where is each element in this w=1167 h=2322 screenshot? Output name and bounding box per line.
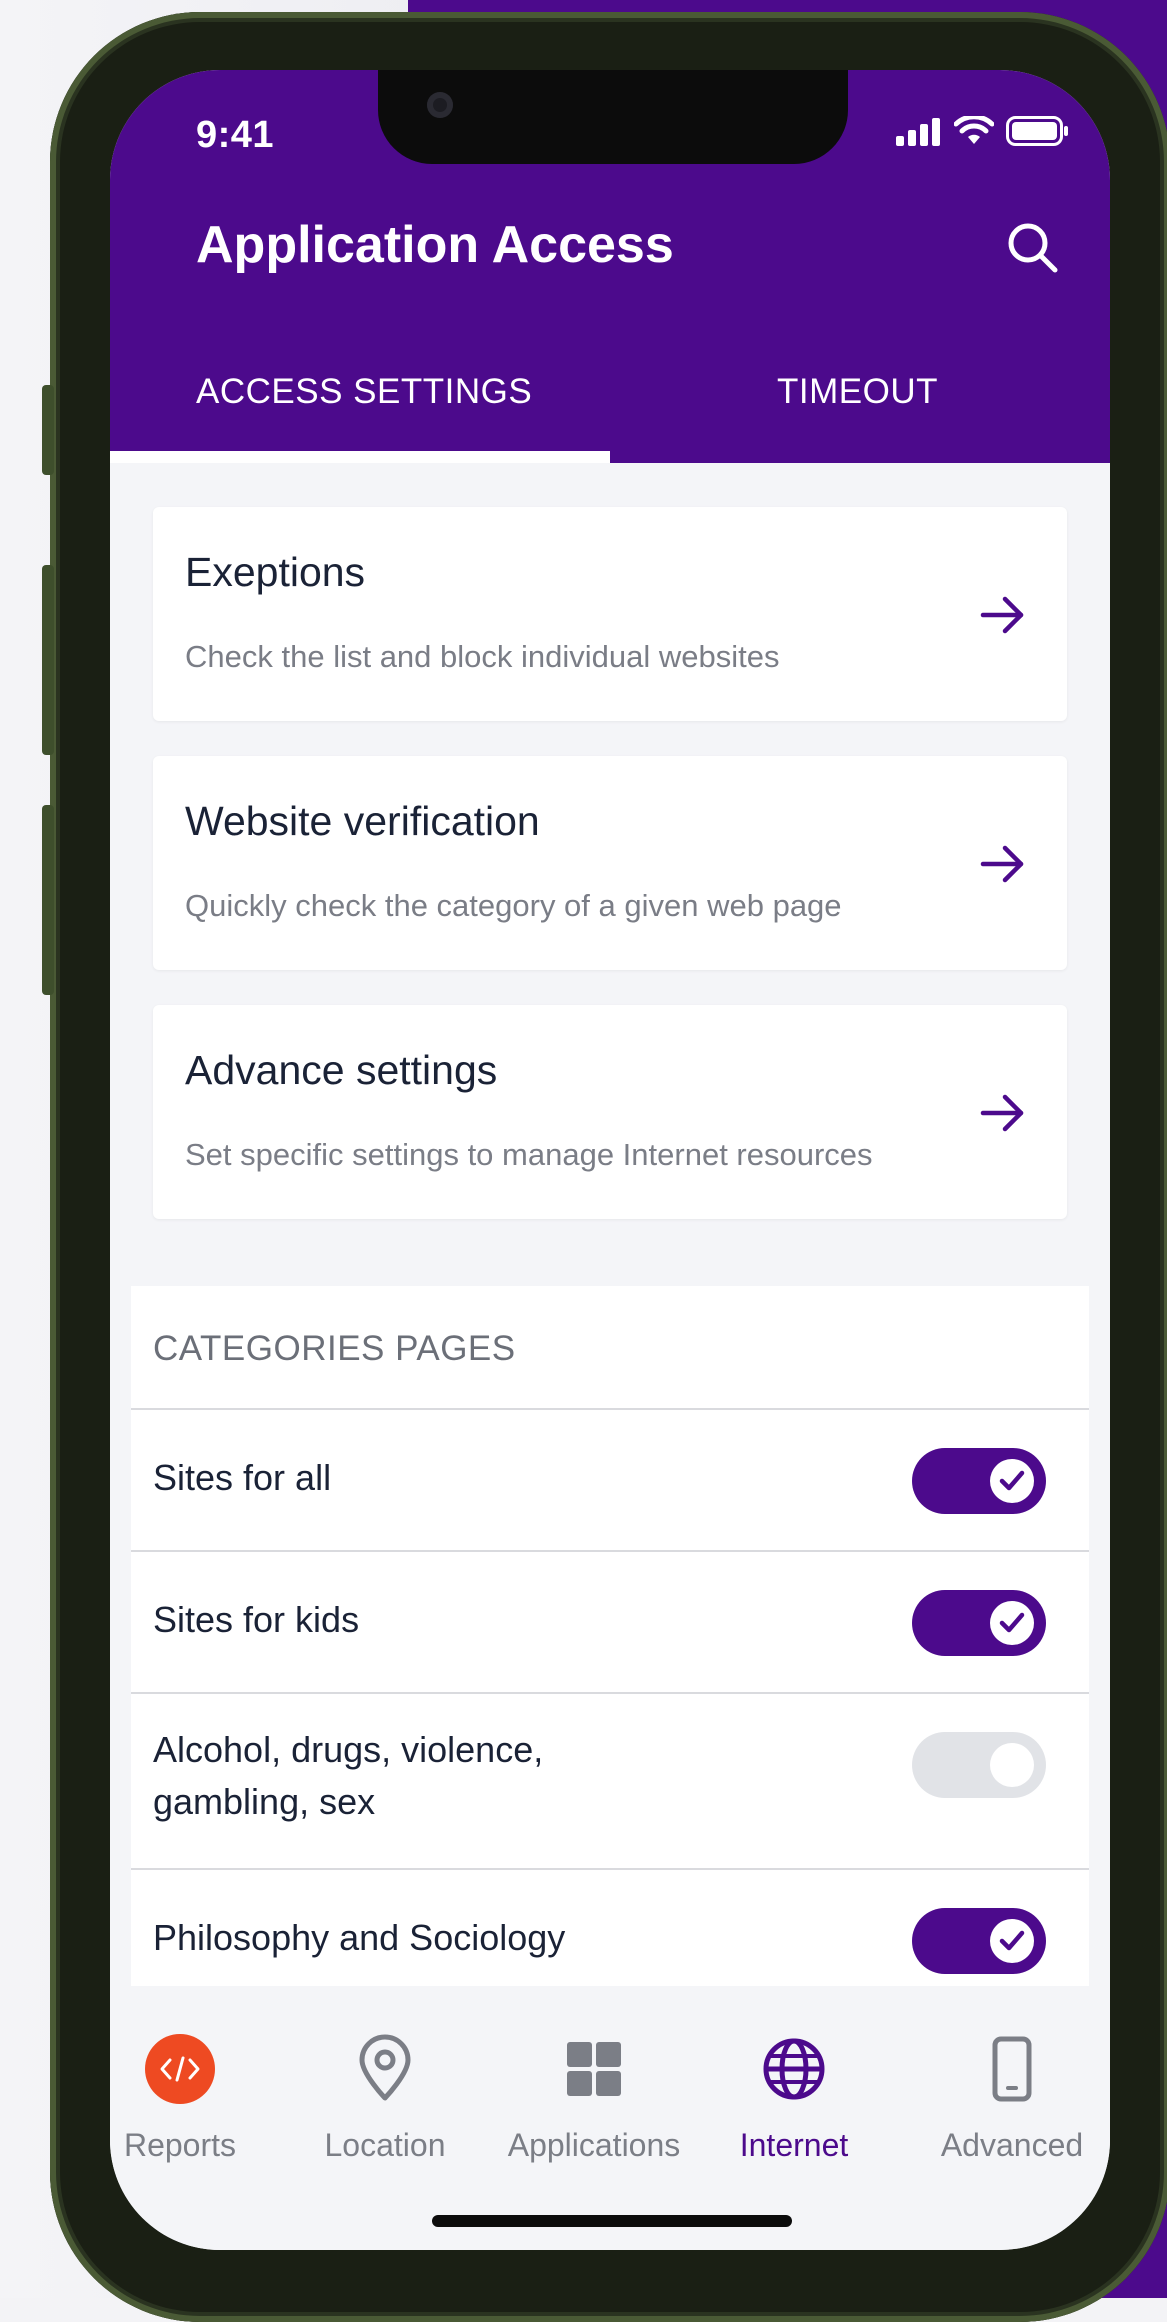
category-label-line2: gambling, sex: [153, 1781, 376, 1822]
categories-panel: CATEGORIES PAGES Sites for all Sites for…: [131, 1286, 1089, 2006]
category-row: Sites for all: [131, 1408, 1089, 1550]
wifi-icon: [954, 116, 994, 144]
status-icons: [896, 116, 1070, 146]
category-label: Alcohol, drugs, violence, gambling, sex: [153, 1724, 543, 1828]
card-subtitle: Check the list and block individual webs…: [185, 639, 780, 674]
exceptions-card[interactable]: Exeptions Check the list and block indiv…: [153, 507, 1067, 721]
arrow-right-icon: [980, 845, 1024, 883]
arrow-right-icon: [980, 596, 1024, 634]
grid-icon: [567, 2042, 621, 2096]
nav-location[interactable]: Location: [315, 2034, 455, 2164]
status-time: 9:41: [196, 114, 275, 156]
nav-applications[interactable]: Applications: [494, 2034, 694, 2164]
phone-icon: [992, 2036, 1032, 2102]
adult-content-toggle[interactable]: [912, 1732, 1046, 1798]
card-subtitle: Set specific settings to manage Internet…: [185, 1137, 873, 1172]
category-row: Alcohol, drugs, violence, gambling, sex: [131, 1692, 1089, 1868]
toggle-knob: [990, 1601, 1034, 1645]
advance-settings-card[interactable]: Advance settings Set specific settings t…: [153, 1005, 1067, 1219]
website-verification-card[interactable]: Website verification Quickly check the c…: [153, 756, 1067, 970]
tab-indicator: [110, 451, 610, 463]
volume-up-button: [42, 565, 54, 755]
toggle-knob: [990, 1459, 1034, 1503]
globe-icon: [763, 2038, 825, 2100]
nav-label: Internet: [739, 2127, 849, 2163]
card-title: Exeptions: [185, 549, 366, 595]
nav-advanced[interactable]: Advanced: [932, 2034, 1092, 2164]
page-title: Application Access: [196, 216, 674, 274]
bottom-nav: Reports Location Applications Internet A…: [110, 1986, 1110, 2250]
nav-reports[interactable]: Reports: [120, 2034, 240, 2164]
phone-screen: 9:41 Application Access ACCESS SETTINGS …: [110, 70, 1110, 2250]
check-icon: [999, 1612, 1025, 1633]
battery-icon: [1006, 116, 1068, 146]
sites-for-kids-toggle[interactable]: [912, 1590, 1046, 1656]
nav-label: Advanced: [940, 2127, 1084, 2163]
volume-down-button: [42, 805, 54, 995]
code-icon: [145, 2034, 215, 2104]
camera: [427, 92, 453, 118]
arrow-right-icon: [980, 1094, 1024, 1132]
home-indicator: [432, 2215, 792, 2227]
card-title: Website verification: [185, 798, 540, 844]
search-icon[interactable]: [1003, 218, 1063, 278]
category-label: Sites for all: [153, 1457, 332, 1498]
philosophy-toggle[interactable]: [912, 1908, 1046, 1974]
tab-timeout[interactable]: TIMEOUT: [777, 372, 938, 412]
notch: [378, 70, 848, 164]
nav-internet[interactable]: Internet: [724, 2034, 864, 2164]
category-label: Sites for kids: [153, 1599, 360, 1640]
nav-label: Applications: [507, 2127, 681, 2163]
check-icon: [999, 1470, 1025, 1491]
category-label: Philosophy and Sociology: [153, 1917, 566, 1958]
mute-switch: [42, 385, 54, 475]
nav-label: Location: [324, 2127, 446, 2163]
card-title: Advance settings: [185, 1047, 498, 1093]
toggle-knob: [990, 1743, 1034, 1787]
app-bar: 9:41 Application Access ACCESS SETTINGS …: [110, 70, 1110, 463]
category-label-line1: Alcohol, drugs, violence,: [153, 1729, 544, 1770]
cellular-signal-icon: [896, 118, 940, 146]
location-pin-icon: [359, 2034, 411, 2101]
categories-header: CATEGORIES PAGES: [153, 1329, 516, 1368]
tab-access-settings[interactable]: ACCESS SETTINGS: [196, 372, 532, 412]
sites-for-all-toggle[interactable]: [912, 1448, 1046, 1514]
card-subtitle: Quickly check the category of a given we…: [185, 888, 842, 923]
category-row: Sites for kids: [131, 1550, 1089, 1692]
nav-label: Reports: [123, 2127, 237, 2163]
toggle-knob: [990, 1919, 1034, 1963]
check-icon: [999, 1930, 1025, 1951]
